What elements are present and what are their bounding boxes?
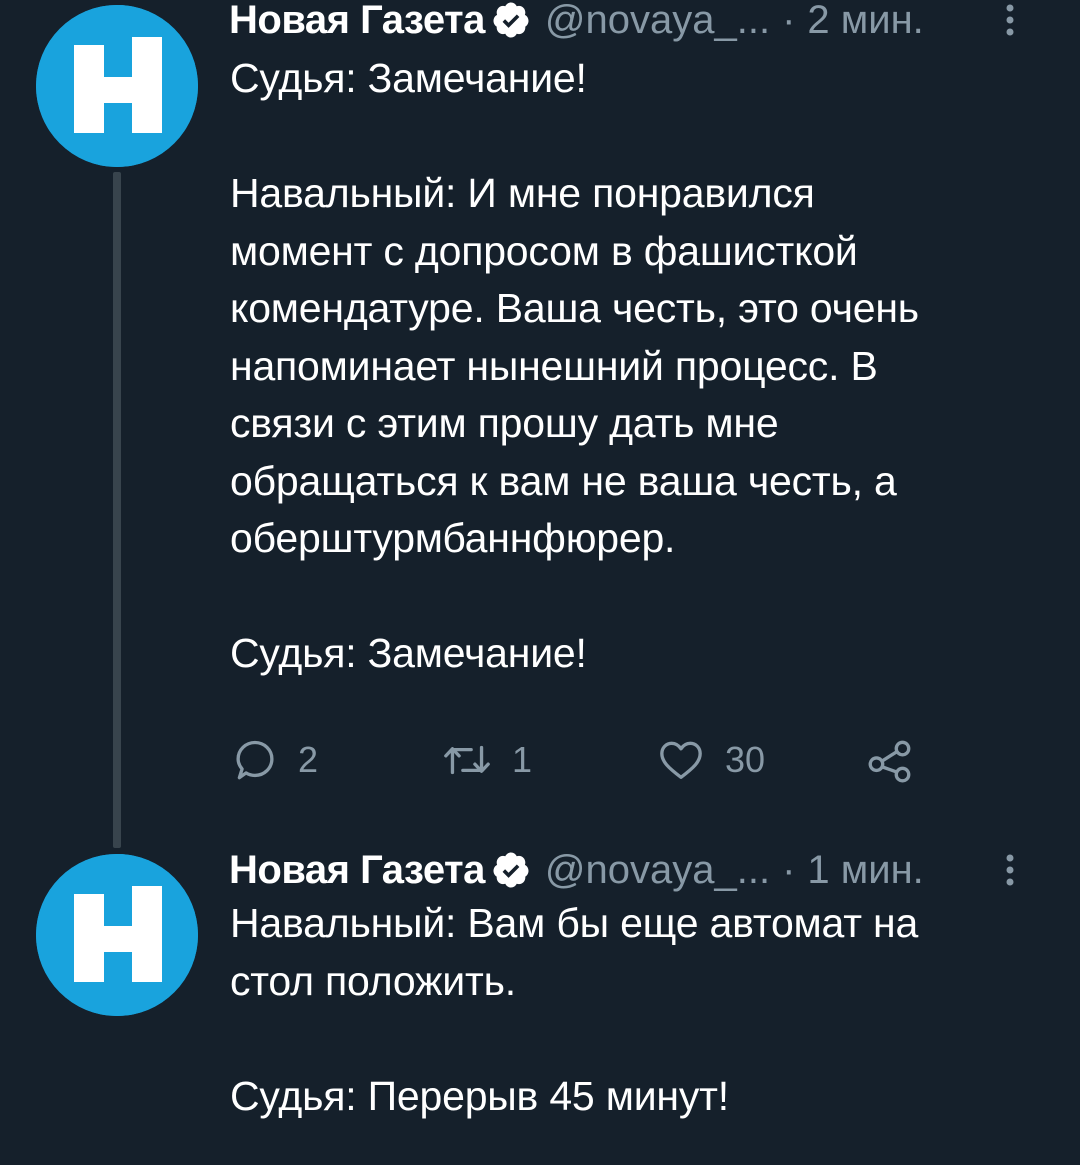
retweet-button[interactable]: 1 bbox=[440, 730, 532, 790]
like-button[interactable]: 30 bbox=[655, 730, 765, 790]
separator-dot: · bbox=[782, 0, 796, 42]
share-button[interactable] bbox=[865, 730, 915, 790]
retweet-icon bbox=[444, 745, 490, 775]
author-handle[interactable]: @novaya_... bbox=[545, 0, 770, 43]
tweet-text: Судья: Замечание! Навальный: И мне понра… bbox=[230, 55, 919, 676]
retweet-count: 1 bbox=[512, 739, 533, 780]
tweet-text: Навальный: Вам бы еще автомат на стол по… bbox=[230, 900, 919, 1119]
author-display-name[interactable]: Новая Газета bbox=[229, 848, 485, 893]
verified-badge-icon bbox=[493, 2, 529, 38]
reply-icon bbox=[236, 740, 274, 780]
tweet-header: Новая Газета @novaya_... · 2 мин. bbox=[229, 0, 1040, 44]
author-display-name[interactable]: Новая Газета bbox=[229, 0, 485, 43]
thread-connector-line bbox=[113, 172, 121, 848]
share-icon bbox=[868, 740, 911, 783]
tweet-timestamp[interactable]: 1 мин. bbox=[807, 848, 923, 893]
tweet-timestamp[interactable]: 2 мин. bbox=[807, 0, 923, 43]
novaya-gazeta-logo-icon bbox=[36, 854, 198, 1016]
more-options-icon[interactable] bbox=[1002, 850, 1018, 890]
novaya-gazeta-logo-icon bbox=[36, 5, 198, 167]
tweet-actions-bar: 2 1 30 bbox=[230, 730, 930, 790]
like-count: 30 bbox=[725, 739, 766, 780]
tweet[interactable]: Новая Газета @novaya_... · 2 мин. Судья:… bbox=[0, 0, 1080, 848]
author-handle[interactable]: @novaya_... bbox=[545, 848, 770, 893]
avatar[interactable] bbox=[36, 5, 198, 167]
more-options-icon[interactable] bbox=[1002, 0, 1018, 40]
reply-button[interactable]: 2 bbox=[230, 730, 318, 790]
separator-dot: · bbox=[782, 847, 796, 892]
reply-count: 2 bbox=[298, 739, 319, 780]
tweet-header: Новая Газета @novaya_... · 1 мин. bbox=[229, 846, 1040, 894]
avatar[interactable] bbox=[36, 854, 198, 1016]
tweet[interactable]: Новая Газета @novaya_... · 1 мин. Наваль… bbox=[0, 840, 1080, 1165]
verified-badge-icon bbox=[493, 852, 529, 888]
heart-icon bbox=[660, 741, 702, 779]
